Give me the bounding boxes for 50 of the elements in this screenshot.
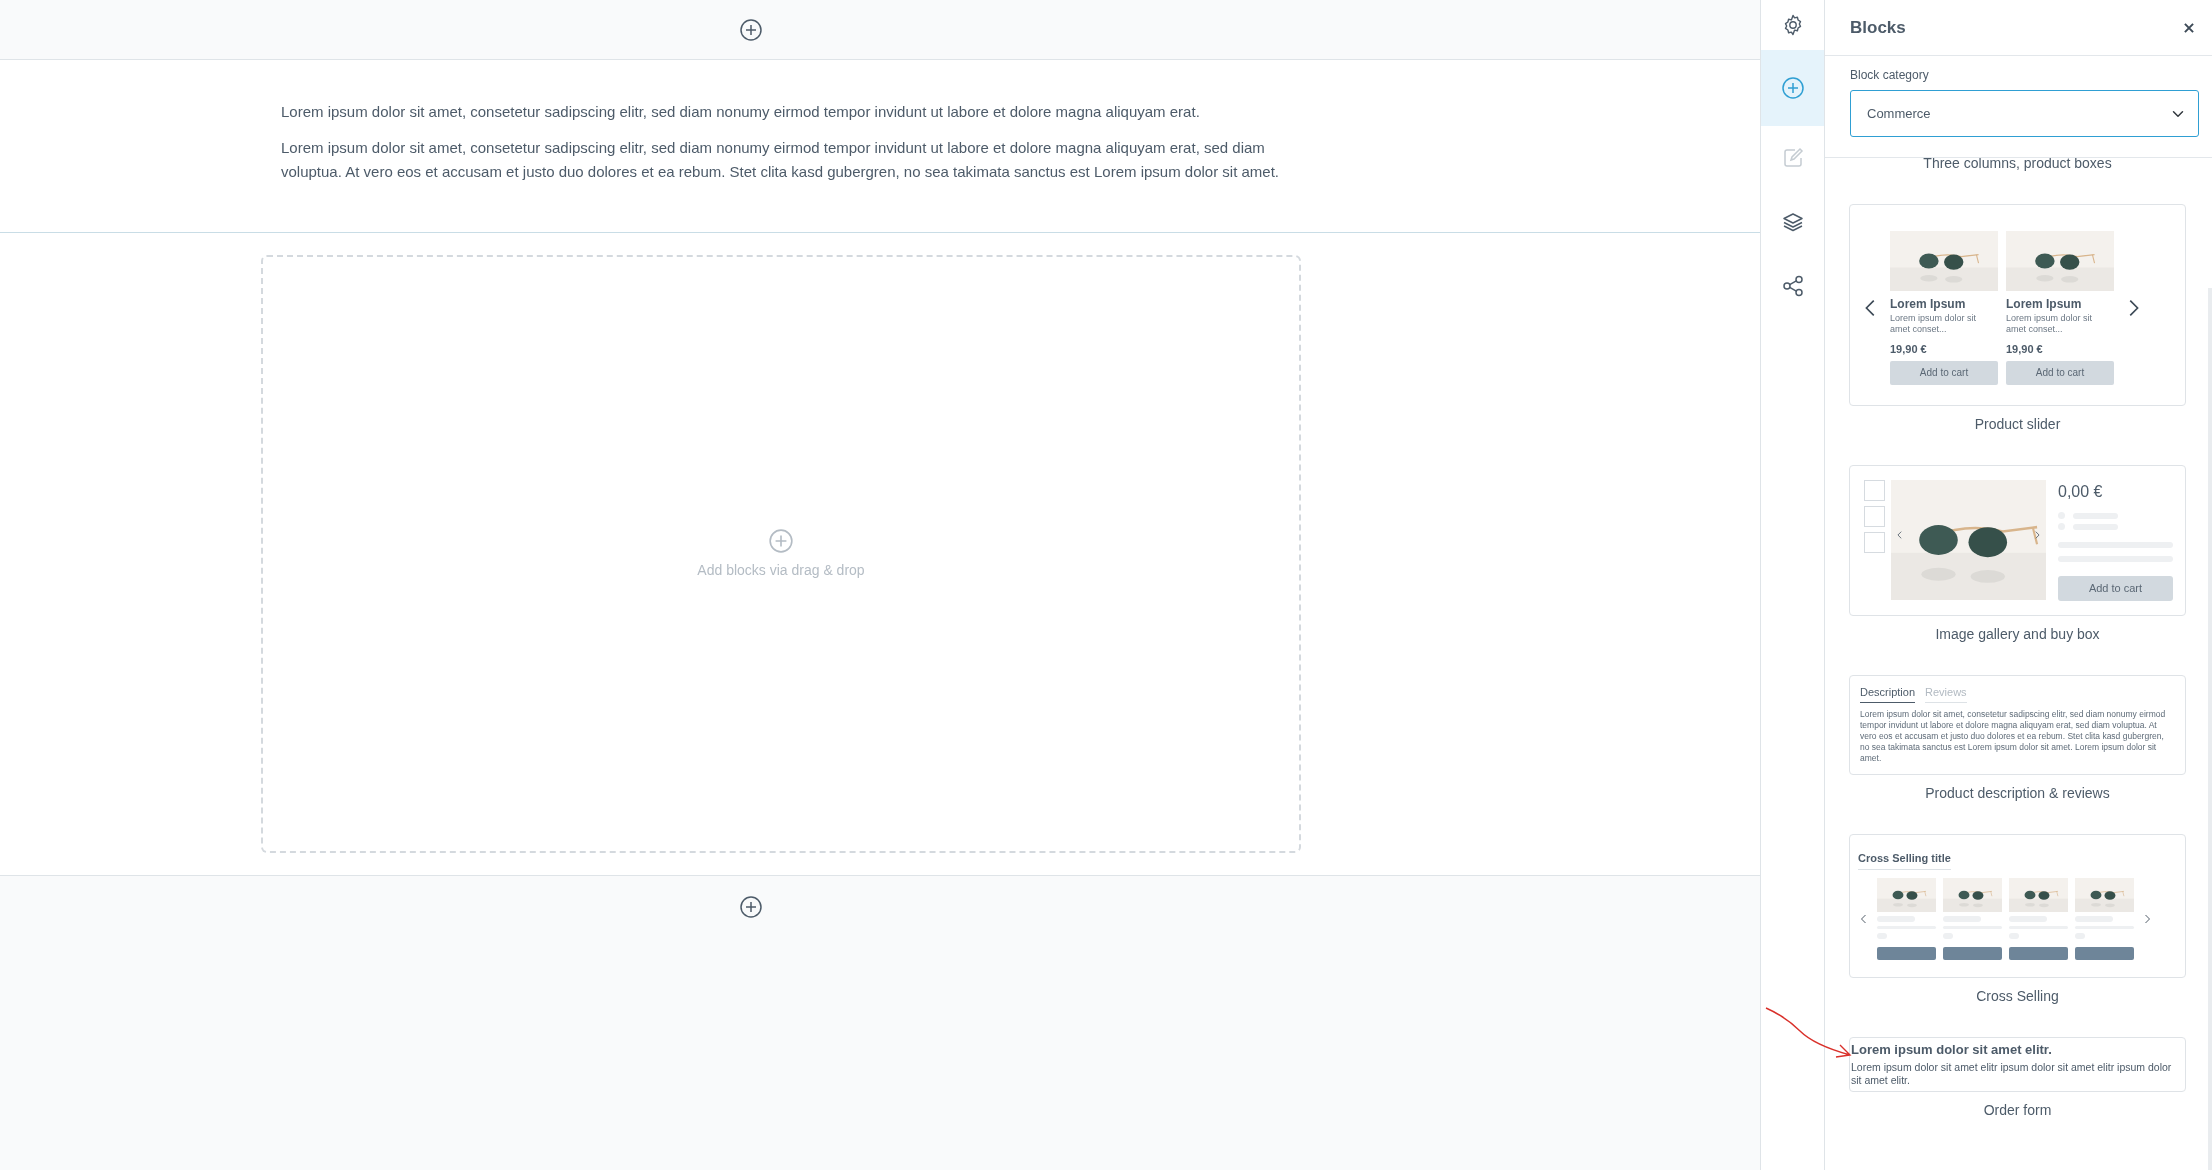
tab: Description	[1860, 684, 1916, 703]
button-placeholder	[2075, 947, 2134, 960]
form-heading: Lorem ipsum dolor sit amet elitr.	[1851, 1040, 2053, 1059]
add-icon	[768, 527, 794, 554]
drop-hint: Add blocks via drag & drop	[697, 560, 865, 580]
add-button[interactable]	[739, 894, 763, 919]
add-icon	[739, 894, 763, 919]
product-text: Lorem ipsum dolor sit amet conset...	[2006, 313, 2094, 336]
tab: Reviews	[1925, 684, 1967, 703]
description-text: Lorem ipsum dolor sit amet, consetetur sadipscing elitr, sed diam nonumy eirmod tempor invidunt ut labore et dolore magna aliquyam erat, sed diam voluptua. At vero eos et accusam et justo duo dolores et ea rebum. Stet clita kasd gubergren, no sea takimata sanctus est Lorem ipsum dolor sit amet. Lorem ipsum dolor sit amet.	[1860, 708, 2167, 764]
button-placeholder	[2009, 947, 2068, 960]
panel-title: Blocks	[1850, 16, 1906, 39]
button-placeholder	[1877, 947, 1936, 960]
category-select[interactable]: Commerce	[1850, 90, 2199, 137]
block-label: Cross Selling	[1975, 986, 2060, 1006]
close-icon	[2182, 21, 2196, 36]
button-placeholder	[1943, 947, 2002, 960]
product-price: 19,90 €	[2006, 342, 2044, 358]
add-button[interactable]	[739, 17, 763, 42]
paragraph: Lorem ipsum dolor sit amet, consetetur sadipscing elitr, sed diam nonumy eirmod tempor invidunt ut labore et dolore magna aliquyam erat.	[281, 102, 1201, 122]
block-label: Three columns, product boxes	[1922, 158, 2113, 173]
block-preview[interactable]: Lorem ipsum dolor sit amet elitr. Lorem ipsum dolor sit amet elitr ipsum dolor sit amet elitr ipsum dolor sit amet elitr.	[1849, 1036, 2186, 1092]
product-price: 0,00 €	[2058, 482, 2104, 502]
share-icon	[1780, 274, 1805, 298]
add-icon	[1780, 76, 1805, 100]
block-preview[interactable]	[1849, 675, 2186, 775]
section-title: Cross Selling title	[1858, 849, 1951, 870]
block-label: Image gallery and buy box	[1934, 625, 2101, 644]
block-preview[interactable]: Lorem Ipsum Lorem ipsum dolor sit amet conset... 19,90 € Add to cart Lorem Ipsum Lorem ipsum dolor sit amet conset... 19,90 € Add to cart	[1849, 204, 2186, 406]
form-text: Lorem ipsum dolor sit amet elitr ipsum dolor sit amet elitr ipsum dolor sit amet elitr.	[1851, 1061, 2173, 1087]
field-label: Block category	[1850, 67, 1930, 84]
add-to-cart-button: Add to cart	[2058, 576, 2173, 601]
block-label: Product description & reviews	[1924, 783, 2111, 803]
block-label: Product slider	[1973, 415, 2062, 434]
add-to-cart-button: Add to cart	[2006, 360, 2114, 385]
paragraph: Lorem ipsum dolor sit amet, consetetur sadipscing elitr, sed diam nonumy eirmod tempor invidunt ut labore et dolore magna aliquyam erat, sed diam voluptua. At vero eos et accusam et justo duo dolores et ea rebum. Stet clita kasd gubergren, no sea takimata sanctus est Lorem ipsum dolor sit amet.	[281, 138, 1281, 182]
add-to-cart-button: Add to cart	[1890, 360, 1998, 385]
product-text: Lorem ipsum dolor sit amet conset...	[1890, 313, 1978, 336]
block-preview[interactable]: 0,00 € Add to cart	[1849, 465, 2186, 616]
product-name: Lorem Ipsum	[2006, 296, 2083, 314]
layers-icon	[1780, 210, 1805, 234]
thumbnail	[1864, 532, 1885, 553]
block-preview[interactable]: Cross Selling title	[1849, 833, 2186, 978]
add-icon	[739, 17, 763, 42]
thumbnail	[1864, 480, 1885, 501]
toolbar-button[interactable]	[1761, 50, 1824, 126]
block-label: Order form	[1982, 1101, 2053, 1120]
thumbnail	[1864, 506, 1885, 527]
product-price: 19,90 €	[1890, 342, 1928, 358]
product-name: Lorem Ipsum	[1890, 296, 1967, 314]
